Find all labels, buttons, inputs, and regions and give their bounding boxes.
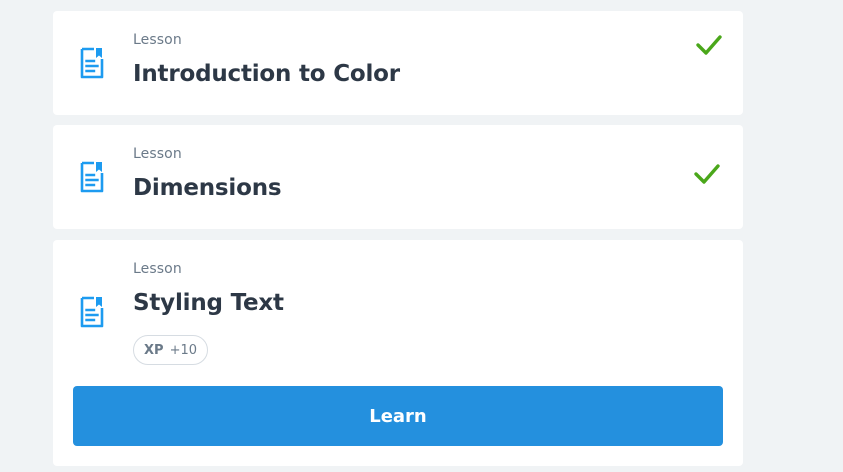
lesson-kicker: Lesson — [133, 261, 182, 277]
xp-label: XP — [144, 342, 164, 358]
lesson-document-icon — [80, 161, 104, 193]
lesson-title: Styling Text — [133, 290, 284, 316]
lesson-kicker: Lesson — [133, 32, 182, 48]
learn-button[interactable]: Learn — [73, 386, 723, 446]
lesson-card-dimensions[interactable]: Lesson Dimensions — [53, 125, 743, 229]
checkmark-icon — [694, 164, 720, 184]
lesson-card-styling-text: Lesson Styling Text XP +10 Learn — [53, 240, 743, 466]
lesson-document-icon — [80, 47, 104, 79]
xp-badge: XP +10 — [133, 335, 208, 365]
xp-value: +10 — [169, 342, 197, 358]
lesson-card-introduction-to-color[interactable]: Lesson Introduction to Color — [53, 11, 743, 115]
lesson-kicker: Lesson — [133, 146, 182, 162]
lesson-title: Introduction to Color — [133, 61, 400, 87]
lesson-list-page: Lesson Introduction to Color Lesson Dime… — [0, 0, 843, 472]
lesson-title: Dimensions — [133, 175, 282, 201]
lesson-document-icon — [80, 296, 104, 328]
checkmark-icon — [696, 35, 722, 55]
